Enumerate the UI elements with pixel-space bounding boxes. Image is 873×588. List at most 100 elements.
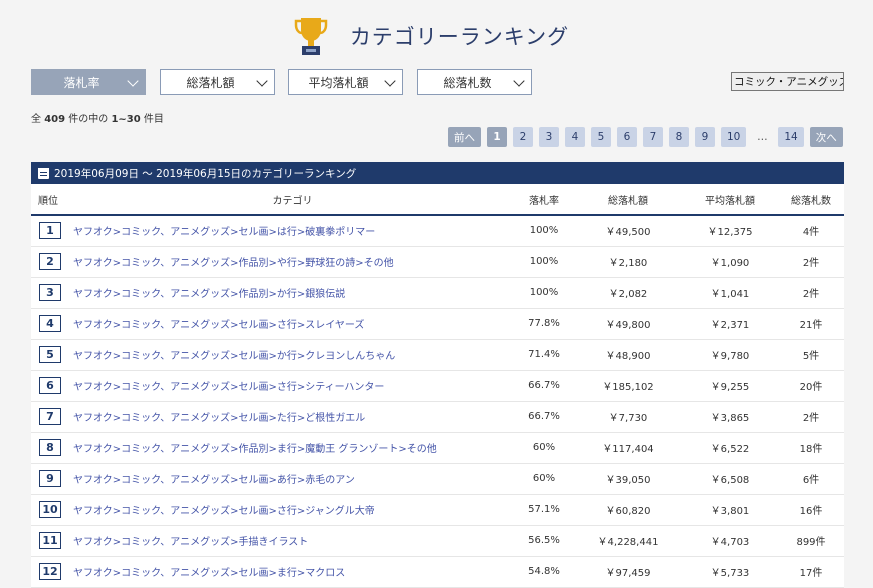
category-cell: ヤフオク>コミック、アニメグッズ>セル画>か行>クレヨンしんちゃん — [71, 339, 514, 371]
table-row: 12 ヤフオク>コミック、アニメグッズ>セル画>ま行>マクロス 54.8% ￥97,4… — [31, 556, 844, 588]
category-link[interactable]: ヤフオク>コミック、アニメグッズ>手描きイラスト — [73, 537, 308, 548]
table-row: 10 ヤフオク>コミック、アニメグッズ>セル画>さ行>ジャングル大帝 57.1% ￥6… — [31, 494, 844, 526]
pagination: 前へ 1 2 3 4 5 6 7 8 9 10 … 14 次へ — [448, 127, 843, 147]
total-cell: ￥7,730 — [574, 401, 682, 433]
category-cell: ヤフオク>コミック、アニメグッズ>セル画>さ行>シティーハンター — [71, 370, 514, 402]
rank-badge: 3 — [39, 284, 61, 301]
rank-badge: 4 — [39, 315, 61, 332]
table-row: 6 ヤフオク>コミック、アニメグッズ>セル画>さ行>シティーハンター 66.7% ￥1… — [31, 370, 844, 402]
total-cell: ￥97,459 — [574, 556, 682, 588]
category-cell: ヤフオク>コミック、アニメグッズ>作品別>ま行>魔動王 グランゾート>その他 — [71, 432, 514, 464]
rank-cell: 9 — [31, 463, 71, 495]
rank-badge: 5 — [39, 346, 61, 363]
bids-cell: 21件 — [778, 308, 844, 340]
table-row: 7 ヤフオク>コミック、アニメグッズ>セル画>た行>ど根性ガエル 66.7% ￥7,7… — [31, 401, 844, 433]
category-link[interactable]: ヤフオク>コミック、アニメグッズ>セル画>か行>クレヨンしんちゃん — [73, 351, 395, 362]
category-cell: ヤフオク>コミック、アニメグッズ>セル画>あ行>赤毛のアン — [71, 463, 514, 495]
table-row: 2 ヤフオク>コミック、アニメグッズ>作品別>や行>野球狂の詩>その他 100% ￥2… — [31, 246, 844, 278]
total-cell: ￥2,082 — [574, 277, 682, 309]
average-cell: ￥5,733 — [682, 556, 778, 588]
total-cell: ￥2,180 — [574, 246, 682, 278]
total-cell: ￥4,228,441 — [574, 525, 682, 557]
rate-cell: 56.5% — [514, 525, 574, 557]
rank-badge: 1 — [39, 222, 61, 240]
table-row: 5 ヤフオク>コミック、アニメグッズ>セル画>か行>クレヨンしんちゃん 71.4% ￥… — [31, 339, 844, 371]
total-cell: ￥48,900 — [574, 339, 682, 371]
page-ellipsis: … — [757, 131, 768, 143]
category-link[interactable]: ヤフオク>コミック、アニメグッズ>セル画>ま行>マクロス — [73, 568, 345, 579]
rank-cell: 1 — [31, 215, 71, 247]
average-cell: ￥9,780 — [682, 339, 778, 371]
header-rate: 落札率 — [514, 184, 574, 216]
category-link[interactable]: ヤフオク>コミック、アニメグッズ>セル画>は行>破裏拳ポリマー — [73, 227, 375, 238]
sort-bids-button[interactable]: 総落札数 — [417, 69, 532, 95]
header-bids: 総落札数 — [778, 184, 844, 216]
sort-rate-label: 落札率 — [63, 75, 100, 90]
rank-cell: 4 — [31, 308, 71, 340]
rank-cell: 3 — [31, 277, 71, 309]
category-cell: ヤフオク>コミック、アニメグッズ>作品別>か行>銀狼伝説 — [71, 277, 514, 309]
category-link[interactable]: ヤフオク>コミック、アニメグッズ>セル画>さ行>シティーハンター — [73, 382, 384, 393]
sort-average-label: 平均落札額 — [308, 75, 369, 90]
result-count: 全 409 件の中の 1~30 件目 — [31, 110, 164, 125]
page-button-14[interactable]: 14 — [778, 127, 804, 147]
rate-cell: 66.7% — [514, 401, 574, 433]
count-total: 409 — [44, 114, 66, 125]
category-link[interactable]: ヤフオク>コミック、アニメグッズ>セル画>た行>ど根性ガエル — [73, 413, 365, 424]
total-cell: ￥49,800 — [574, 308, 682, 340]
sort-total-button[interactable]: 総落札額 — [160, 69, 275, 95]
next-page-button[interactable]: 次へ — [809, 127, 843, 147]
category-link[interactable]: ヤフオク>コミック、アニメグッズ>セル画>あ行>赤毛のアン — [73, 475, 355, 486]
title-row: カテゴリーランキング — [0, 14, 873, 58]
bids-cell: 20件 — [778, 370, 844, 402]
page-button-7[interactable]: 7 — [643, 127, 663, 147]
bids-cell: 2件 — [778, 401, 844, 433]
page-button-8[interactable]: 8 — [669, 127, 689, 147]
category-link[interactable]: ヤフオク>コミック、アニメグッズ>作品別>ま行>魔動王 グランゾート>その他 — [73, 444, 437, 455]
category-cell: ヤフオク>コミック、アニメグッズ>手描きイラスト — [71, 525, 514, 557]
page-button-4[interactable]: 4 — [565, 127, 585, 147]
rate-cell: 100% — [514, 246, 574, 278]
rank-cell: 2 — [31, 246, 71, 278]
page-button-10[interactable]: 10 — [721, 127, 747, 147]
category-link[interactable]: ヤフオク>コミック、アニメグッズ>作品別>や行>野球狂の詩>その他 — [73, 258, 394, 269]
page-button-5[interactable]: 5 — [591, 127, 611, 147]
rank-badge: 2 — [39, 253, 61, 270]
category-link[interactable]: ヤフオク>コミック、アニメグッズ>作品別>か行>銀狼伝説 — [73, 289, 345, 300]
bids-cell: 899件 — [778, 525, 844, 557]
category-cell: ヤフオク>コミック、アニメグッズ>セル画>ま行>マクロス — [71, 556, 514, 588]
rate-cell: 60% — [514, 432, 574, 464]
rank-cell: 12 — [31, 556, 71, 588]
table-row: 4 ヤフオク>コミック、アニメグッズ>セル画>さ行>スレイヤーズ 77.8% ￥49,… — [31, 308, 844, 340]
chevron-down-icon — [513, 75, 525, 87]
page-button-2[interactable]: 2 — [513, 127, 533, 147]
page-button-3[interactable]: 3 — [539, 127, 559, 147]
average-cell: ￥9,255 — [682, 370, 778, 402]
trophy-icon — [294, 18, 328, 55]
count-range: 1~30 — [111, 114, 141, 125]
category-link[interactable]: ヤフオク>コミック、アニメグッズ>セル画>さ行>ジャングル大帝 — [73, 506, 375, 517]
sort-average-button[interactable]: 平均落札額 — [288, 69, 403, 95]
header-average: 平均落札額 — [682, 184, 778, 216]
average-cell: ￥6,522 — [682, 432, 778, 464]
chevron-down-icon — [127, 75, 139, 87]
page-button-1[interactable]: 1 — [487, 127, 507, 147]
table-row: 11 ヤフオク>コミック、アニメグッズ>手描きイラスト 56.5% ￥4,228,44… — [31, 525, 844, 557]
page-button-6[interactable]: 6 — [617, 127, 637, 147]
average-cell: ￥1,090 — [682, 246, 778, 278]
rank-badge: 12 — [39, 563, 61, 580]
total-cell: ￥49,500 — [574, 215, 682, 247]
rank-cell: 11 — [31, 525, 71, 557]
bids-cell: 2件 — [778, 277, 844, 309]
bids-cell: 6件 — [778, 463, 844, 495]
prev-page-button[interactable]: 前へ — [448, 127, 481, 147]
rank-badge: 8 — [39, 439, 61, 456]
category-select[interactable]: コミック・アニメグッズ — [731, 72, 844, 91]
category-link[interactable]: ヤフオク>コミック、アニメグッズ>セル画>さ行>スレイヤーズ — [73, 320, 364, 331]
sort-rate-button[interactable]: 落札率 — [31, 69, 146, 95]
average-cell: ￥12,375 — [682, 215, 778, 247]
page-button-9[interactable]: 9 — [695, 127, 715, 147]
bids-cell: 4件 — [778, 215, 844, 247]
total-cell: ￥117,404 — [574, 432, 682, 464]
rate-cell: 54.8% — [514, 556, 574, 588]
